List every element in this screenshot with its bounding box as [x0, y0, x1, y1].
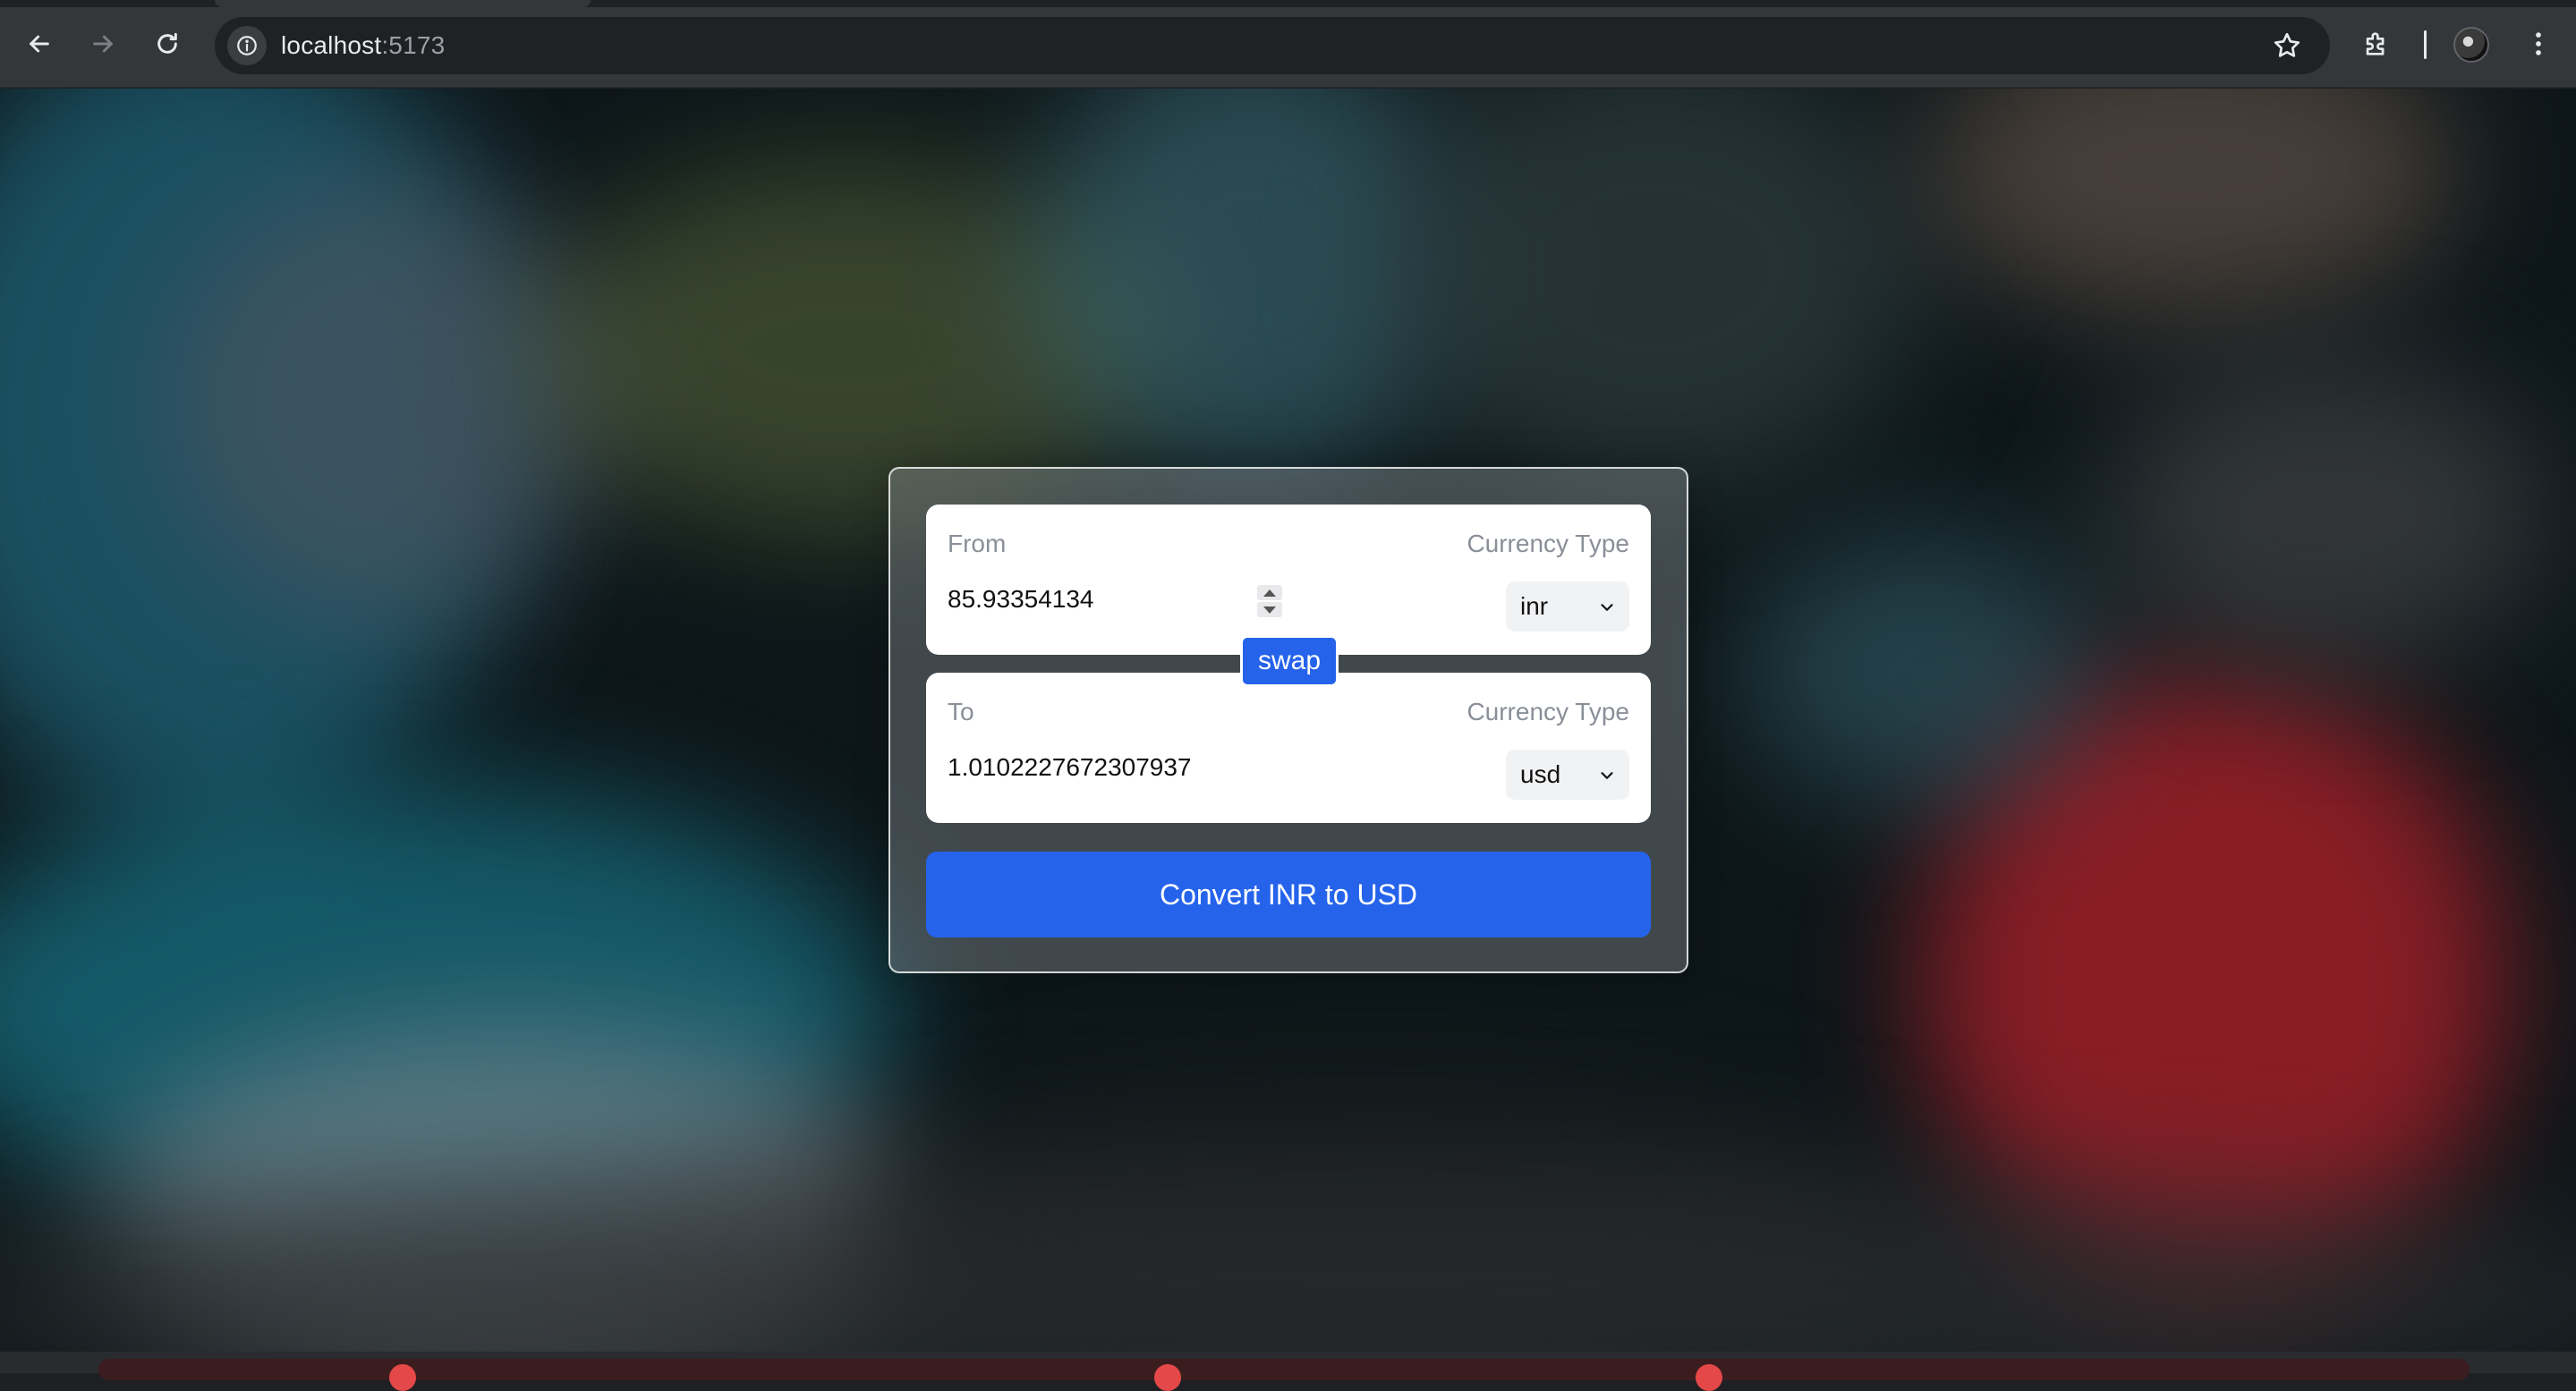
reload-button[interactable]: [147, 23, 188, 64]
profile-avatar[interactable]: [2453, 27, 2489, 63]
bottom-dot: [389, 1364, 416, 1391]
stepper-up-button[interactable]: [1257, 585, 1282, 600]
menu-button[interactable]: [2518, 23, 2559, 64]
url-text[interactable]: localhost:5173: [281, 17, 445, 74]
to-currency-value: usd: [1520, 760, 1561, 788]
bottom-dot: [1154, 1364, 1181, 1391]
background-blur: [1745, 536, 2103, 804]
background-blur: [2103, 357, 2550, 670]
to-amount-input[interactable]: [948, 748, 1305, 787]
from-currency-select[interactable]: inr: [1506, 581, 1629, 632]
convert-button[interactable]: Convert INR to USD: [926, 852, 1651, 937]
active-tab[interactable]: [215, 0, 591, 7]
converter-card: From Currency Type inr To Currency Type …: [888, 467, 1688, 973]
from-amount-input[interactable]: [948, 580, 1305, 619]
site-info-button[interactable]: [227, 26, 267, 65]
bottom-dot: [1696, 1364, 1722, 1391]
swap-button[interactable]: swap: [1240, 635, 1339, 687]
to-currency-select[interactable]: usd: [1506, 750, 1629, 800]
more-vert-icon: [2536, 32, 2541, 55]
back-button[interactable]: [19, 23, 60, 64]
forward-button[interactable]: [82, 23, 123, 64]
from-label: From: [948, 530, 1007, 557]
forward-arrow-icon: [93, 35, 113, 53]
to-label: To: [948, 698, 974, 725]
reload-icon: [157, 32, 177, 54]
chevron-down-icon: [1601, 604, 1613, 611]
from-currency-value: inr: [1520, 592, 1549, 620]
from-currency-type-label: Currency Type: [1467, 530, 1629, 557]
url-host: localhost: [281, 31, 382, 59]
background-blur: [1924, 89, 2461, 321]
stepper-down-button[interactable]: [1257, 602, 1282, 617]
bottom-pill: [98, 1359, 2470, 1380]
back-arrow-icon: [30, 35, 49, 53]
toolbar-divider: [2424, 30, 2427, 59]
info-icon: [237, 36, 257, 55]
caret-down-icon: [1263, 606, 1276, 614]
caret-up-icon: [1263, 589, 1276, 597]
background-blur: [1387, 89, 1924, 491]
chevron-down-icon: [1601, 772, 1613, 779]
from-panel: From Currency Type inr: [926, 505, 1651, 655]
extensions-button[interactable]: [2356, 23, 2397, 64]
url-port: :5173: [381, 31, 446, 59]
to-currency-type-label: Currency Type: [1467, 698, 1629, 725]
star-icon[interactable]: [2271, 30, 2303, 62]
extensions-icon: [2366, 32, 2385, 55]
address-bar[interactable]: localhost:5173: [215, 17, 2330, 74]
amount-stepper[interactable]: [1257, 585, 1282, 617]
tab-strip: [0, 0, 2576, 7]
browser-toolbar: localhost:5173: [0, 0, 2576, 88]
background-blur: [161, 178, 608, 625]
bottom-overlay: [0, 1352, 2576, 1391]
to-panel: To Currency Type usd: [926, 673, 1651, 823]
